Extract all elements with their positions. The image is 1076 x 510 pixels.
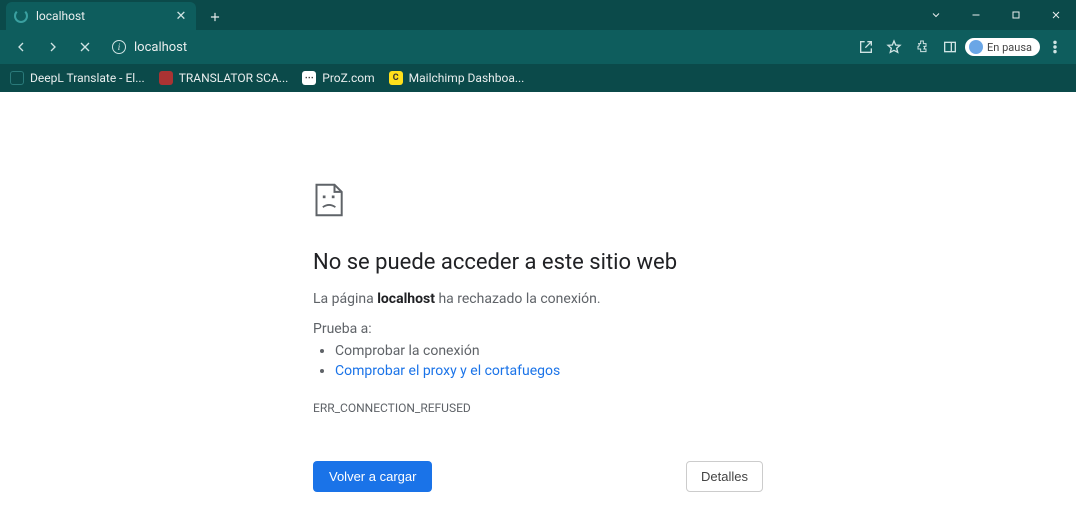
bookmark-label: DeepL Translate - El...: [30, 71, 145, 85]
suggestion-link[interactable]: Comprobar el proxy y el cortafuegos: [335, 363, 560, 379]
toolbar: i localhost En pausa: [0, 30, 1076, 64]
sad-page-icon: [313, 182, 763, 222]
favicon-icon: [159, 71, 173, 85]
error-container: No se puede acceder a este sitio web La …: [313, 182, 763, 492]
back-button[interactable]: [8, 34, 34, 60]
bookmarks-bar: DeepL Translate - El... TRANSLATOR SCA..…: [0, 64, 1076, 92]
bookmark-item[interactable]: TRANSLATOR SCA...: [159, 71, 289, 85]
loading-spinner-icon: [14, 9, 28, 23]
window-controls: [916, 0, 1076, 30]
profile-paused-badge[interactable]: En pausa: [965, 38, 1040, 56]
bookmark-item[interactable]: ⋯ ProZ.com: [302, 71, 374, 85]
url-text: localhost: [134, 40, 187, 55]
site-info-icon[interactable]: i: [112, 40, 126, 54]
error-actions: Volver a cargar Detalles: [313, 461, 763, 492]
share-icon[interactable]: [853, 34, 879, 60]
titlebar: localhost ✕: [0, 0, 1076, 30]
close-tab-button[interactable]: ✕: [174, 9, 188, 23]
minimize-button[interactable]: [956, 0, 996, 30]
extensions-icon[interactable]: [909, 34, 935, 60]
reload-button[interactable]: Volver a cargar: [313, 461, 432, 492]
error-suggestions: Comprobar la conexión Comprobar el proxy…: [335, 341, 763, 381]
menu-button[interactable]: [1042, 34, 1068, 60]
browser-tab[interactable]: localhost ✕: [6, 2, 196, 30]
address-bar[interactable]: i localhost: [104, 40, 847, 55]
error-try-label: Prueba a:: [313, 321, 763, 337]
close-window-button[interactable]: [1036, 0, 1076, 30]
tab-title: localhost: [36, 9, 166, 23]
profile-status-text: En pausa: [987, 41, 1032, 54]
page-content: No se puede acceder a este sitio web La …: [0, 92, 1076, 510]
bookmark-item[interactable]: DeepL Translate - El...: [10, 71, 145, 85]
forward-button[interactable]: [40, 34, 66, 60]
bookmark-label: TRANSLATOR SCA...: [179, 71, 289, 85]
bookmark-item[interactable]: C Mailchimp Dashboa...: [389, 71, 525, 85]
avatar-icon: [969, 40, 983, 54]
favicon-icon: [10, 71, 24, 85]
suggestion-item: Comprobar la conexión: [335, 341, 763, 361]
new-tab-button[interactable]: [202, 4, 228, 30]
error-title: No se puede acceder a este sitio web: [313, 250, 763, 275]
bookmark-star-icon[interactable]: [881, 34, 907, 60]
suggestion-item: Comprobar el proxy y el cortafuegos: [335, 361, 763, 381]
side-panel-icon[interactable]: [937, 34, 963, 60]
stop-loading-button[interactable]: [72, 34, 98, 60]
maximize-button[interactable]: [996, 0, 1036, 30]
error-code: ERR_CONNECTION_REFUSED: [313, 401, 763, 415]
error-message: La página localhost ha rechazado la cone…: [313, 291, 763, 307]
details-button[interactable]: Detalles: [686, 461, 763, 492]
bookmark-label: Mailchimp Dashboa...: [409, 71, 525, 85]
tab-search-button[interactable]: [916, 0, 956, 30]
bookmark-label: ProZ.com: [322, 71, 374, 85]
favicon-icon: C: [389, 71, 403, 85]
favicon-icon: ⋯: [302, 71, 316, 85]
